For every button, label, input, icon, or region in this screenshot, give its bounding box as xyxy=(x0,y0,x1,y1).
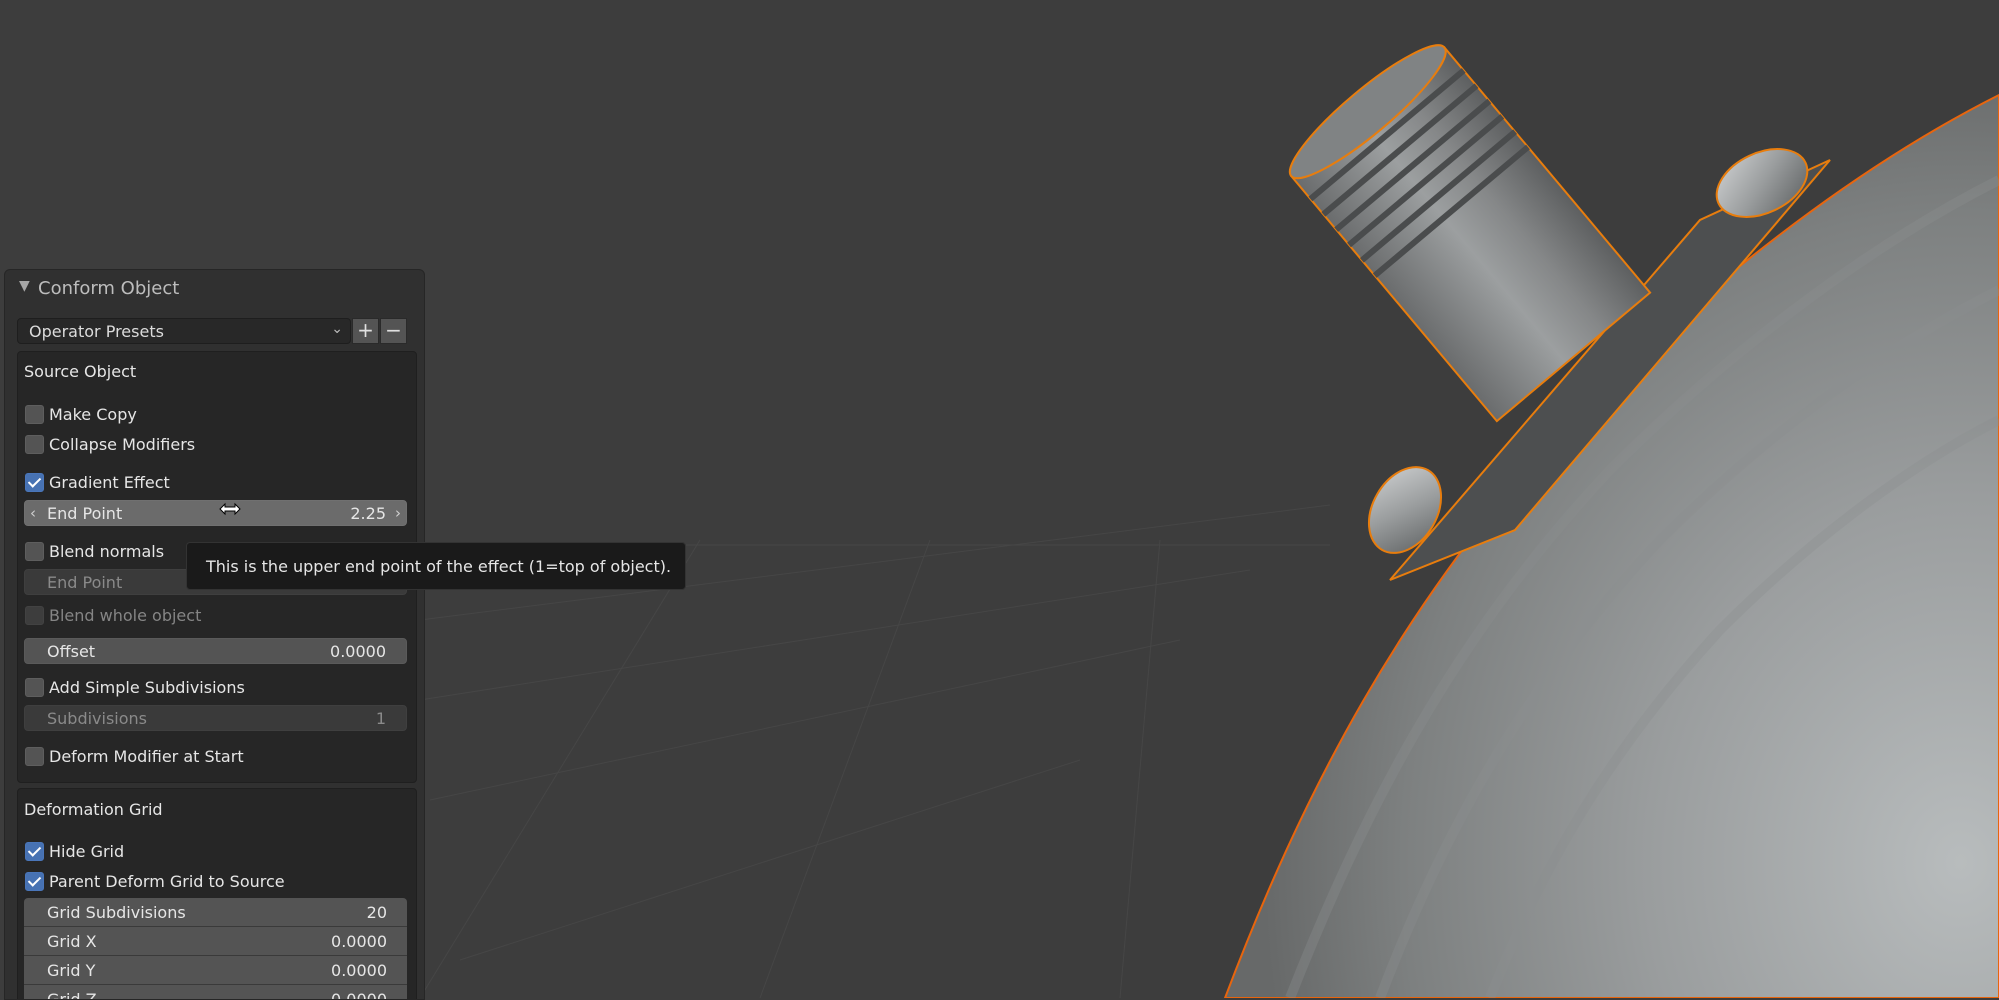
grid-y-value: 0.0000 xyxy=(331,961,387,980)
subdivisions-value: 1 xyxy=(375,709,386,728)
grid-z-label: Grid Z xyxy=(47,990,97,1000)
chevron-right-icon[interactable]: › xyxy=(395,504,401,522)
offset-field[interactable]: Offset 0.0000 xyxy=(24,638,407,664)
grid-subdivisions-field[interactable]: Grid Subdivisions 20 xyxy=(24,898,407,927)
panel-title: Conform Object xyxy=(38,278,180,299)
hide-grid-label[interactable]: Hide Grid xyxy=(49,842,124,861)
end-point-value: 2.25 xyxy=(350,504,386,523)
add-simple-subdivisions-label[interactable]: Add Simple Subdivisions xyxy=(49,678,245,697)
collapse-modifiers-label[interactable]: Collapse Modifiers xyxy=(49,435,195,454)
grid-x-field[interactable]: Grid X 0.0000 xyxy=(24,927,407,956)
horizontal-resize-cursor-icon xyxy=(219,502,241,516)
triangle-down-icon[interactable]: ▼ xyxy=(19,278,30,294)
grid-subdivisions-label: Grid Subdivisions xyxy=(47,903,186,922)
subdivisions-label: Subdivisions xyxy=(47,709,148,728)
blend-whole-object-checkbox[interactable] xyxy=(25,606,44,625)
blend-whole-object-label[interactable]: Blend whole object xyxy=(49,606,201,625)
grid-x-label: Grid X xyxy=(47,932,97,951)
parent-deform-grid-label[interactable]: Parent Deform Grid to Source xyxy=(49,872,285,891)
chevron-left-icon[interactable]: ‹ xyxy=(30,504,36,522)
offset-label: Offset xyxy=(47,642,96,661)
tooltip-text: This is the upper end point of the effec… xyxy=(206,557,672,576)
grid-x-value: 0.0000 xyxy=(331,932,387,951)
collapse-modifiers-checkbox[interactable] xyxy=(25,435,44,454)
grid-y-field[interactable]: Grid Y 0.0000 xyxy=(24,956,407,985)
grid-y-label: Grid Y xyxy=(47,961,96,980)
panel-header[interactable]: ▼ Conform Object xyxy=(5,270,424,306)
remove-preset-button[interactable]: − xyxy=(380,318,407,344)
subdivisions-field[interactable]: Subdivisions 1 xyxy=(24,705,407,731)
operator-presets-dropdown[interactable]: Operator Presets ⌄ xyxy=(17,318,351,344)
offset-value: 0.0000 xyxy=(330,642,386,661)
deform-modifier-at-start-label[interactable]: Deform Modifier at Start xyxy=(49,747,244,766)
chevron-down-icon: ⌄ xyxy=(331,321,343,337)
grid-subdivisions-value: 20 xyxy=(366,903,387,922)
blend-normals-checkbox[interactable] xyxy=(25,542,44,561)
parent-deform-grid-checkbox[interactable] xyxy=(25,872,44,891)
conform-object-panel: ▼ Conform Object Operator Presets ⌄ + − … xyxy=(4,269,425,1000)
add-preset-button[interactable]: + xyxy=(352,318,379,344)
end-point-label: End Point xyxy=(47,504,123,523)
blend-end-point-label: End Point xyxy=(47,573,123,592)
gradient-effect-checkbox[interactable] xyxy=(25,473,44,492)
blend-normals-label[interactable]: Blend normals xyxy=(49,542,164,561)
hide-grid-checkbox[interactable] xyxy=(25,842,44,861)
source-object-heading: Source Object xyxy=(24,362,137,381)
gradient-effect-label[interactable]: Gradient Effect xyxy=(49,473,170,492)
presets-label: Operator Presets xyxy=(29,322,164,341)
add-simple-subdivisions-checkbox[interactable] xyxy=(25,678,44,697)
grid-z-value: 0.0000 xyxy=(331,990,387,1000)
deform-modifier-at-start-checkbox[interactable] xyxy=(25,747,44,766)
end-point-tooltip: This is the upper end point of the effec… xyxy=(186,542,686,590)
deformation-grid-heading: Deformation Grid xyxy=(24,800,163,819)
make-copy-checkbox[interactable] xyxy=(25,405,44,424)
make-copy-label[interactable]: Make Copy xyxy=(49,405,137,424)
end-point-field[interactable]: ‹ End Point 2.25 › xyxy=(24,500,407,526)
